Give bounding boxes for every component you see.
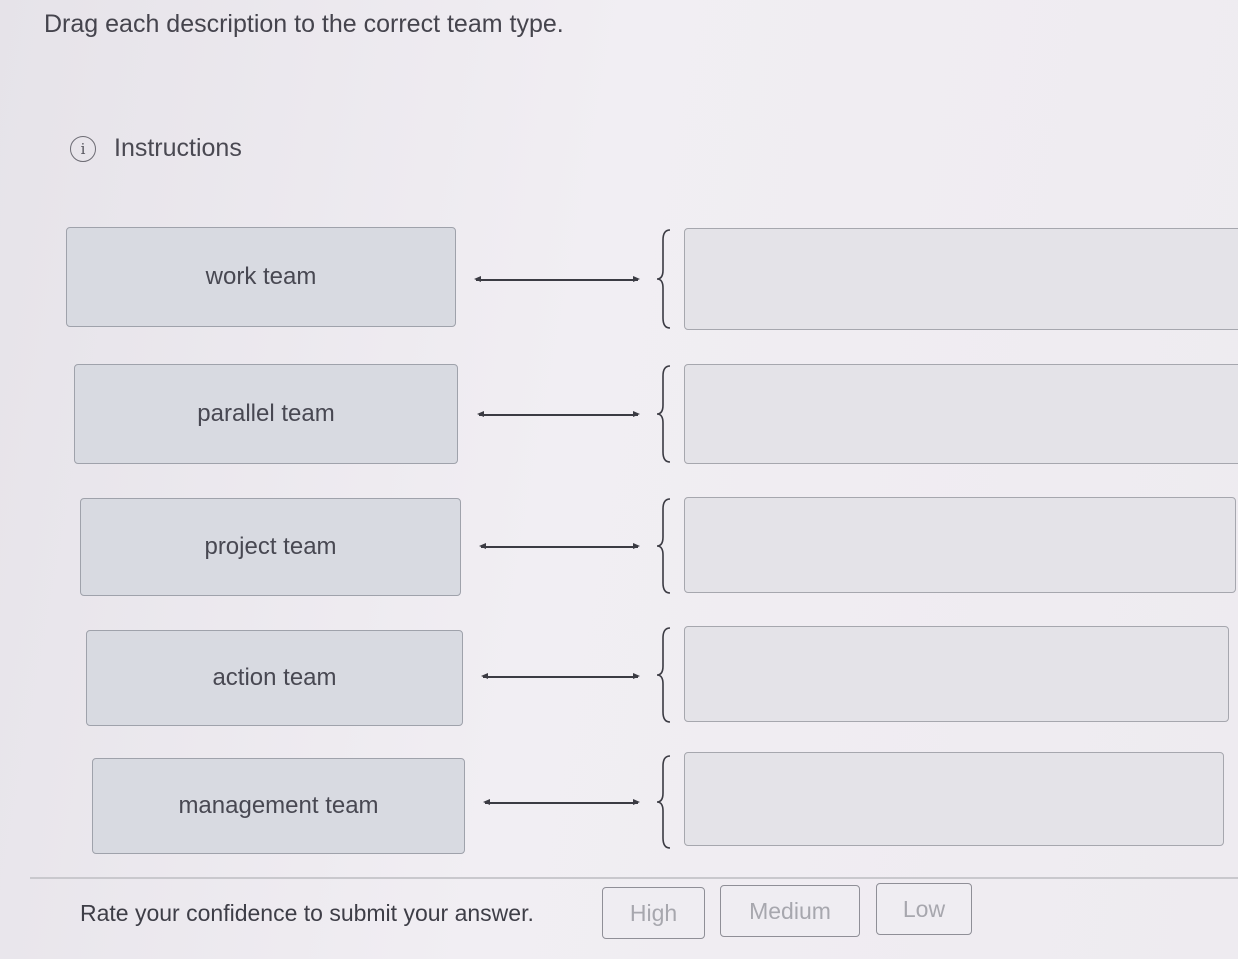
drop-zone-3[interactable] <box>684 497 1236 593</box>
term-card-project-team[interactable]: project team <box>80 498 461 596</box>
connector-arrow <box>477 411 640 417</box>
connector-arrow <box>474 276 640 282</box>
connector-arrow <box>483 799 640 805</box>
term-card-work-team[interactable]: work team <box>66 227 456 327</box>
confidence-high-button[interactable]: High <box>602 887 705 939</box>
connector-arrow <box>479 543 640 549</box>
bracket-icon <box>656 498 671 594</box>
drop-zone-1[interactable] <box>684 228 1238 330</box>
term-label: work team <box>205 263 317 290</box>
term-card-parallel-team[interactable]: parallel team <box>74 364 458 464</box>
bracket-icon <box>656 365 671 463</box>
term-label: management team <box>178 792 379 819</box>
bracket-icon <box>656 229 671 329</box>
question-prompt: Drag each description to the correct tea… <box>44 10 564 38</box>
divider <box>30 877 1238 879</box>
info-icon: i <box>70 135 96 162</box>
instructions-toggle[interactable]: i Instructions <box>70 134 242 163</box>
drop-zone-2[interactable] <box>684 364 1238 464</box>
term-label: project team <box>204 533 337 560</box>
connector-arrow <box>481 673 640 679</box>
instructions-label: Instructions <box>114 134 242 162</box>
bracket-icon <box>656 755 671 849</box>
confidence-prompt: Rate your confidence to submit your answ… <box>80 900 534 926</box>
term-label: action team <box>212 664 337 691</box>
confidence-low-button[interactable]: Low <box>876 883 972 935</box>
term-card-management-team[interactable]: management team <box>92 758 465 854</box>
confidence-medium-button[interactable]: Medium <box>720 885 860 937</box>
term-card-action-team[interactable]: action team <box>86 630 463 726</box>
bracket-icon <box>656 627 671 723</box>
drop-zone-5[interactable] <box>684 752 1224 846</box>
term-label: parallel team <box>197 400 335 427</box>
drop-zone-4[interactable] <box>684 626 1229 722</box>
